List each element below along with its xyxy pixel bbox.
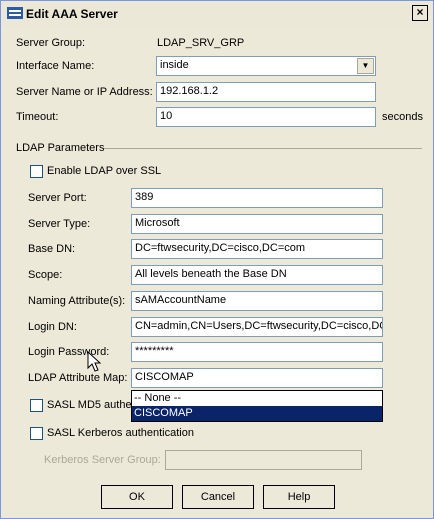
sasl-md5-checkbox[interactable] (30, 399, 43, 412)
sasl-kerberos-checkbox[interactable] (30, 427, 43, 440)
interface-name-value: inside (160, 59, 189, 71)
close-icon: × (416, 5, 424, 19)
cancel-button[interactable]: Cancel (182, 485, 254, 509)
attribute-map-select[interactable]: CISCOMAP (131, 368, 383, 388)
server-type-value: Microsoft (135, 217, 180, 229)
interface-name-label: Interface Name: (16, 60, 95, 72)
server-group-value: LDAP_SRV_GRP (157, 37, 245, 49)
ok-button[interactable]: OK (101, 485, 173, 509)
login-dn-input[interactable]: CN=admin,CN=Users,DC=ftwsecurity,DC=cisc… (131, 317, 383, 337)
help-button[interactable]: Help (263, 485, 335, 509)
login-password-value: ********* (135, 345, 174, 357)
attribute-map-value: CISCOMAP (135, 371, 194, 383)
base-dn-value: DC=ftwsecurity,DC=cisco,DC=com (135, 242, 306, 254)
server-name-value: 192.168.1.2 (160, 85, 219, 97)
login-dn-value: CN=admin,CN=Users,DC=ftwsecurity,DC=cisc… (135, 320, 383, 332)
login-dn-label: Login DN: (28, 321, 77, 333)
timeout-input[interactable]: 10 (156, 107, 376, 127)
ldap-parameters-heading: LDAP Parameters (16, 142, 105, 154)
enable-ssl-checkbox[interactable] (30, 165, 43, 178)
naming-attribute-label: Naming Attribute(s): (28, 295, 126, 307)
server-port-label: Server Port: (28, 192, 87, 204)
edit-aaa-server-dialog: Edit AAA Server × Server Group: LDAP_SRV… (0, 0, 434, 519)
timeout-value: 10 (160, 110, 173, 122)
enable-ssl-label: Enable LDAP over SSL (47, 165, 162, 177)
attribute-map-option-ciscomap[interactable]: CISCOMAP (132, 406, 382, 421)
scope-label: Scope: (28, 269, 63, 281)
close-button[interactable]: × (412, 5, 428, 21)
naming-attribute-input[interactable]: sAMAccountName (131, 291, 383, 311)
kerberos-group-label: Kerberos Server Group: (44, 454, 161, 466)
server-name-input[interactable]: 192.168.1.2 (156, 82, 376, 102)
scope-value: All levels beneath the Base DN (135, 268, 287, 280)
interface-name-select[interactable]: inside ▼ (156, 56, 376, 76)
scope-select[interactable]: All levels beneath the Base DN (131, 265, 383, 285)
sasl-kerberos-label: SASL Kerberos authentication (47, 427, 194, 439)
section-divider (104, 148, 422, 149)
naming-attribute-value: sAMAccountName (135, 294, 227, 306)
asdm-app-icon (7, 7, 23, 19)
kerberos-group-input[interactable] (165, 450, 362, 470)
server-port-input[interactable]: 389 (131, 188, 383, 208)
server-name-label: Server Name or IP Address: (16, 86, 153, 98)
timeout-unit: seconds (382, 111, 423, 123)
chevron-down-icon[interactable]: ▼ (357, 58, 374, 74)
mouse-cursor-icon (87, 351, 102, 372)
base-dn-label: Base DN: (28, 243, 76, 255)
attribute-map-label: LDAP Attribute Map: (28, 372, 128, 384)
login-password-input[interactable]: ********* (131, 342, 383, 362)
title-bar[interactable]: Edit AAA Server × (1, 1, 433, 27)
timeout-label: Timeout: (16, 111, 59, 123)
attribute-map-dropdown-list: -- None -- CISCOMAP (131, 390, 383, 422)
server-type-label: Server Type: (28, 218, 91, 230)
sasl-md5-label: SASL MD5 authen (47, 399, 138, 411)
window-title: Edit AAA Server (26, 7, 118, 21)
base-dn-input[interactable]: DC=ftwsecurity,DC=cisco,DC=com (131, 239, 383, 259)
server-port-value: 389 (135, 191, 154, 203)
server-group-label: Server Group: (16, 37, 86, 49)
attribute-map-option-none[interactable]: -- None -- (132, 391, 382, 406)
server-type-input[interactable]: Microsoft (131, 214, 383, 234)
